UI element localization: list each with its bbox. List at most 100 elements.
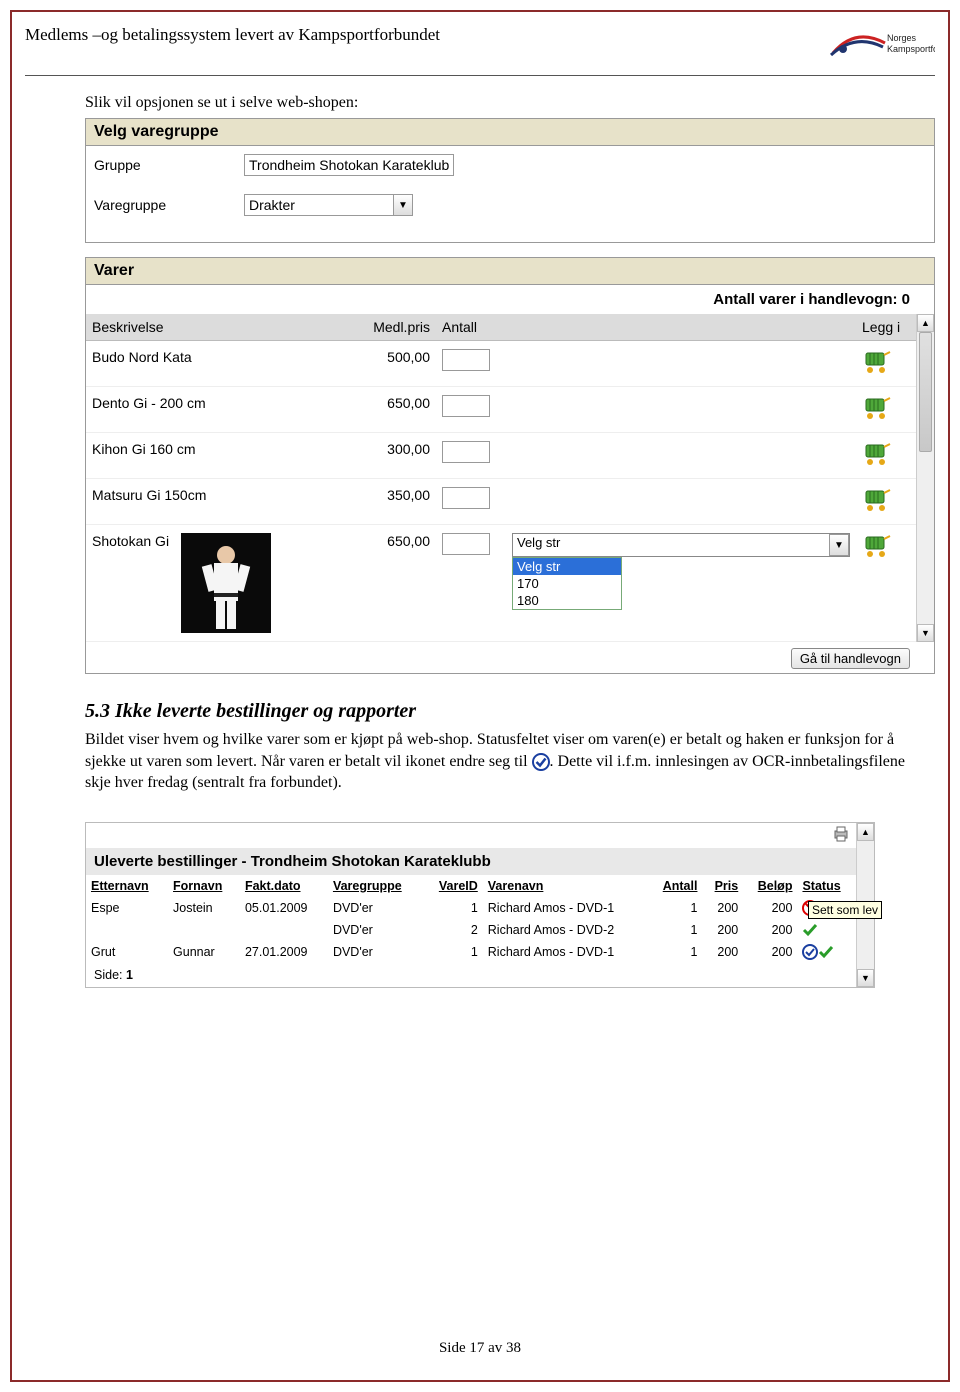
cell-etternavn: Grut [86,941,168,963]
cell-dato: 05.01.2009 [240,897,328,919]
cell-antall: 1 [648,897,702,919]
paid-icon [802,944,818,960]
item-price: 650,00 [366,387,436,433]
items-table: Beskrivelse Medl.pris Antall Legg i Budo… [86,314,916,642]
varegruppe-label: Varegruppe [94,197,244,213]
cell-etternavn [86,919,168,941]
chevron-down-icon[interactable]: ▼ [829,534,849,556]
col-varenavn: Varenavn [483,875,648,897]
cell-varenavn: Richard Amos - DVD-1 [483,897,648,919]
item-price: 500,00 [366,341,436,387]
intro-text: Slik vil opsjonen se ut i selve web-shop… [85,94,935,112]
varer-panel: Varer Antall varer i handlevogn: 0 Beskr… [85,257,935,674]
table-row: GrutGunnar27.01.2009DVD'er1Richard Amos … [86,941,856,963]
scrollbar-vertical[interactable]: ▲ ▼ [916,314,934,642]
table-row: Shotokan Gi650,00Velg str▼Velg str170180 [86,525,916,642]
col-leggi: Legg i [856,314,916,341]
add-to-cart-icon[interactable] [862,441,892,467]
quantity-input[interactable] [442,395,490,417]
cell-fornavn [168,919,240,941]
col-varegruppe: Varegruppe [328,875,424,897]
cell-varenavn: Richard Amos - DVD-2 [483,919,648,941]
cell-vareid: 1 [423,941,482,963]
report-table: Etternavn Fornavn Fakt.dato Varegruppe V… [86,875,856,963]
report-panel: Uleverte bestillinger - Trondheim Shotok… [85,822,875,988]
check-delivered-icon[interactable] [818,944,834,960]
col-antall: Antall [436,314,506,341]
page-footer: Side 17 av 38 [25,1340,935,1357]
scroll-down-icon[interactable]: ▼ [917,624,934,642]
print-icon[interactable] [832,826,850,842]
gruppe-label: Gruppe [94,157,244,173]
add-to-cart-icon[interactable] [862,487,892,513]
col-fornavn: Fornavn [168,875,240,897]
cell-antall: 1 [648,941,702,963]
report-title: Uleverte bestillinger - Trondheim Shotok… [86,848,856,875]
quantity-input[interactable] [442,487,490,509]
table-row: Budo Nord Kata500,00 [86,341,916,387]
cell-dato [240,919,328,941]
chevron-down-icon[interactable]: ▼ [393,194,413,216]
table-row: Kihon Gi 160 cm300,00 [86,433,916,479]
scroll-up-icon[interactable]: ▲ [917,314,934,332]
size-option[interactable]: 180 [513,592,621,609]
section-heading: 5.3 Ikke leverte bestillinger og rapport… [85,700,935,723]
item-name: Shotokan Gi [86,525,366,642]
org-logo: Norges Kampsportforbund [825,25,935,65]
item-price: 350,00 [366,479,436,525]
col-belop: Beløp [743,875,797,897]
cell-belop: 200 [743,897,797,919]
cell-varegruppe: DVD'er [328,919,424,941]
cell-belop: 200 [743,919,797,941]
col-etternavn: Etternavn [86,875,168,897]
item-price: 300,00 [366,433,436,479]
cell-varegruppe: DVD'er [328,897,424,919]
check-delivered-icon[interactable] [802,922,818,938]
page-header-title: Medlems –og betalingssystem levert av Ka… [25,25,440,45]
size-select[interactable]: Velg str [513,534,830,556]
cell-dato: 27.01.2009 [240,941,328,963]
scroll-thumb[interactable] [919,332,932,452]
cell-fornavn: Gunnar [168,941,240,963]
table-row: DVD'er2Richard Amos - DVD-21200200 [86,919,856,941]
cell-pris: 200 [702,941,743,963]
quantity-input[interactable] [442,533,490,555]
size-option[interactable]: Velg str [513,558,621,575]
gruppe-input[interactable] [244,154,454,176]
panel-header: Velg varegruppe [86,119,934,146]
cell-etternavn: Espe [86,897,168,919]
cell-vareid: 2 [423,919,482,941]
tooltip: Sett som lev [808,901,882,919]
table-row: Matsuru Gi 150cm350,00 [86,479,916,525]
size-dropdown-list[interactable]: Velg str170180 [512,557,622,610]
svg-text:Norges: Norges [887,33,917,43]
quantity-input[interactable] [442,441,490,463]
varegruppe-select[interactable] [244,194,394,216]
cell-status [797,941,856,963]
cell-vareid: 1 [423,897,482,919]
cell-fornavn: Jostein [168,897,240,919]
item-name: Matsuru Gi 150cm [86,479,366,525]
scroll-up-icon[interactable]: ▲ [857,823,874,841]
scroll-down-icon[interactable]: ▼ [857,969,874,987]
cell-varegruppe: DVD'er [328,941,424,963]
side-value: 1 [126,968,133,982]
size-option[interactable]: 170 [513,575,621,592]
item-price: 650,00 [366,525,436,642]
col-beskrivelse: Beskrivelse [86,314,366,341]
add-to-cart-icon[interactable] [862,533,892,559]
cell-belop: 200 [743,941,797,963]
table-row: Dento Gi - 200 cm650,00 [86,387,916,433]
cell-antall: 1 [648,919,702,941]
cell-pris: 200 [702,919,743,941]
col-faktdato: Fakt.dato [240,875,328,897]
go-to-cart-button[interactable]: Gå til handlevogn [791,648,910,669]
quantity-input[interactable] [442,349,490,371]
item-name: Dento Gi - 200 cm [86,387,366,433]
col-status: Status [797,875,856,897]
add-to-cart-icon[interactable] [862,349,892,375]
item-name: Budo Nord Kata [86,341,366,387]
col-pris: Pris [702,875,743,897]
check-paid-icon [532,753,550,771]
add-to-cart-icon[interactable] [862,395,892,421]
